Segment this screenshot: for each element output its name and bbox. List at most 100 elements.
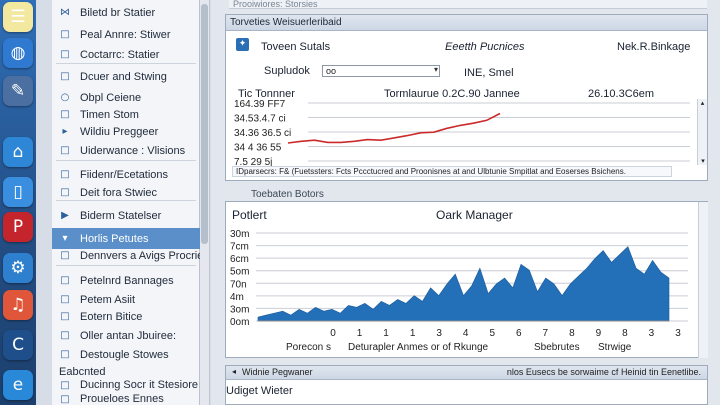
header-right-label: Nek.R.Binkage <box>617 41 691 53</box>
square-outline-icon: □ <box>60 145 70 156</box>
notes-app-icon[interactable]: ☰ <box>3 2 33 32</box>
sidebar-item[interactable]: □ Oller antan Jbuiree: <box>52 325 200 346</box>
settings-gear-icon[interactable]: ⚙ <box>3 253 33 283</box>
scroll-up-icon[interactable]: ▴ <box>698 99 707 107</box>
sidebar-footer-item[interactable]: □ Ducinng Socr it Stesiore <box>52 378 200 392</box>
sidebar-footer-item[interactable]: □ Proueloes Ennes <box>52 392 200 405</box>
panel2-section-title: Toebaten Botors <box>251 189 324 200</box>
square-outline-icon: □ <box>60 109 70 120</box>
select-suffix: INE, Smel <box>464 67 514 79</box>
sidebar-scrollbar-thumb[interactable] <box>201 4 208 244</box>
phone-icon[interactable]: ▯ <box>3 177 33 207</box>
sidebar-item-label: Uiderwance : Vlisions <box>80 144 186 157</box>
line-chart-y-tick: 34 4 36 55 <box>234 143 282 154</box>
sidebar-item-label: Dennvers a Avigs Procries <box>80 249 200 262</box>
area-chart-y-tick: 6cm <box>230 254 249 265</box>
sidebar-item-label: Fiidenr/Ecetations <box>80 168 169 181</box>
square-outline-icon: □ <box>60 71 70 82</box>
sidebar-item[interactable]: ▶ Biderm Statelser <box>52 205 200 226</box>
sidebar-scrollbar[interactable] <box>200 0 210 405</box>
trend-line-chart: 164.39 FF7 34.53.4.7 ci 34.36 36.5 ci 34 4 … <box>234 99 690 167</box>
sidebar-item[interactable]: ▸ Wildiu Preggeer <box>52 121 200 142</box>
sidebar-item[interactable]: □ Dcuer and Stwing <box>52 66 200 87</box>
sidebar-item-label: Biderm Statelser <box>80 209 162 222</box>
square-outline-icon: □ <box>60 294 70 305</box>
area-chart-y-tick: 7cm <box>230 242 249 253</box>
sidebar-item[interactable]: □ Petelnrd Bannages <box>52 270 200 291</box>
pinterest-icon[interactable]: P <box>3 212 33 242</box>
line-chart-y-tick: 164.39 FF7 <box>234 99 286 110</box>
square-outline-icon: □ <box>60 169 70 180</box>
line-chart-y-tick: 34.53.4.7 ci <box>234 114 286 125</box>
app-dock: ☰ ◍ ✎ ⌂ ▯ P ⚙ ♫ Ce <box>0 0 36 405</box>
area-chart-x-label: Deturapler Anmes or of Rkunge <box>348 342 489 353</box>
square-outline-icon: □ <box>60 49 70 60</box>
sidebar-item[interactable]: □ Peal Annre: Stiwer <box>52 24 200 45</box>
sidebar-item-label: Destougle Stowes <box>80 348 169 361</box>
area-chart-x-label: Sbebrutes <box>534 342 580 353</box>
area-chart-x-tick: 8 <box>569 328 575 339</box>
select-label: Supludok <box>264 65 310 77</box>
area-chart-x-tick: 1 <box>357 328 363 339</box>
area-chart-x-tick: 8 <box>622 328 628 339</box>
sidebar-item-label: Peal Annre: Stiwer <box>80 28 171 41</box>
sidebar-item[interactable]: □ Deit fora Stwiec <box>52 182 200 203</box>
scroll-down-icon[interactable]: ▾ <box>698 157 708 165</box>
area-chart-x-tick: 0 <box>330 328 336 339</box>
shop-bag-icon[interactable]: ⌂ <box>3 137 33 167</box>
main-content: Prooiwiores: Storsies Torveties Weisuerl… <box>211 0 720 405</box>
sidebar-item-label: Timen Stom <box>80 108 139 121</box>
area-chart-y-tick: 0om <box>230 317 249 328</box>
widget-panel-title: Widnie Pegwaner <box>242 367 313 377</box>
area-chart-x-tick: 7 <box>543 328 549 339</box>
area-chart-y-tick: 3om <box>230 304 249 315</box>
square-outline-icon: □ <box>60 29 70 40</box>
area-chart-y-tick: 4m <box>230 292 244 303</box>
square-outline-icon: □ <box>60 311 70 322</box>
sidebar-footer-item-label: Proueloes Ennes <box>80 393 164 405</box>
footnote-bar: IDparsecrs: F& (Fuetssters: Fcts Pccctuc… <box>232 166 672 177</box>
range-select[interactable]: oo ▾ <box>322 65 440 77</box>
sidebar-item[interactable]: □ Dennvers a Avigs Procries <box>52 245 200 266</box>
globe-icon[interactable]: ◍ <box>3 38 33 68</box>
area-chart-y-tick: 30m <box>230 229 249 240</box>
browser-e-icon[interactable]: e <box>3 370 33 400</box>
tools-icon[interactable]: ✎ <box>3 76 33 106</box>
arrow-right-icon: ▸ <box>62 126 68 137</box>
sidebar-item-label: Petem Asiit <box>80 293 136 306</box>
sidebar-item-label: Coctarrc: Statier <box>80 48 160 61</box>
sidebar-item-label: Deit fora Stwiec <box>80 186 158 199</box>
sidebar-item-label: Dcuer and Stwing <box>80 70 167 83</box>
top-strip: Prooiwiores: Storsies <box>229 0 707 9</box>
sidebar-item[interactable]: □ Coctarrc: Statier <box>52 44 200 65</box>
area-chart-x-tick: 1 <box>410 328 416 339</box>
square-outline-icon: □ <box>60 187 70 198</box>
expand-arrow-icon[interactable]: ◂ <box>232 367 236 376</box>
area-chart-y-tick: 70n <box>230 279 247 290</box>
sidebar-item-label: Eotern Bitice <box>80 310 143 323</box>
area-chart-x-tick: 6 <box>516 328 522 339</box>
chevron-down-icon: ▾ <box>433 65 438 74</box>
panel1-scrollbar[interactable]: ▴ ▾ <box>697 99 707 165</box>
area-chart: 30m 7cm6cm 5om70n 4m3om 0om 0 1 1 1 3 4 5 6 7 8 9 8 3 3 Por… <box>230 229 688 353</box>
square-outline-icon: □ <box>60 349 70 360</box>
square-outline-icon: □ <box>60 250 70 261</box>
panel2-scrollbar[interactable] <box>698 202 708 358</box>
bow-tie-icon: ⋈ <box>60 7 70 18</box>
bookmark-icon: ✦ <box>236 38 249 51</box>
widget-panel-header: ◂ Widnie Pegwaner nlos Eusecs be sorwaim… <box>226 366 707 380</box>
sidebar-item-label: Petelnrd Bannages <box>80 274 174 287</box>
sidebar-item[interactable]: □ Eotern Bitice <box>52 306 200 327</box>
circle-icon: ○ <box>60 92 70 103</box>
music-app-icon[interactable]: ♫ <box>3 290 33 320</box>
area-chart-x-tick: 3 <box>675 328 681 339</box>
area-chart-x-tick: 4 <box>463 328 469 339</box>
circle-logo-icon[interactable]: C <box>3 330 33 360</box>
sidebar-item[interactable]: ⋈ Biletd br Statier <box>52 2 200 23</box>
sidebar-item-label: Wildiu Preggeer <box>80 125 159 138</box>
area-chart-x-tick: 9 <box>596 328 602 339</box>
sidebar-item-label: Biletd br Statier <box>80 6 156 19</box>
sidebar-item[interactable]: □ Uiderwance : Vlisions <box>52 140 200 161</box>
sidebar-item[interactable]: □ Destougle Stowes <box>52 344 200 365</box>
sidebar: ⋈ Biletd br Statier □ Peal Annre: Stiwer □ Co… <box>52 0 200 405</box>
